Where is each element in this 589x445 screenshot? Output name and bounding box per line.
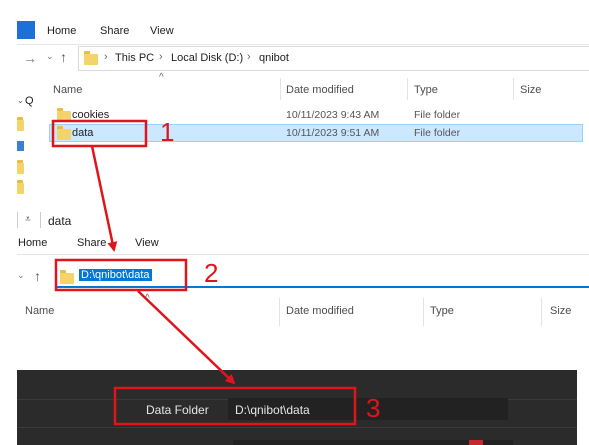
file-name: data (72, 127, 94, 139)
nav-pane-item-quick-access[interactable]: Q (25, 95, 34, 107)
file-date: 10/11/2023 9:43 AM (286, 109, 380, 121)
title-bar-divider (40, 212, 41, 228)
column-header-date-modified[interactable]: Date modified (286, 305, 354, 317)
column-header-type[interactable]: Type (430, 305, 454, 317)
nav-folder-icon (17, 180, 24, 194)
column-divider (513, 78, 514, 100)
file-name: cookies (72, 109, 110, 121)
folder-icon (84, 51, 98, 65)
panel-divider (17, 427, 577, 428)
recent-dropdown-icon[interactable]: ⌄ (46, 51, 54, 62)
ribbon-tab-view[interactable]: View (150, 25, 174, 37)
file-row-cookies[interactable]: cookies 10/11/2023 9:43 AM File folder (49, 106, 584, 124)
forward-arrow-icon[interactable]: → (23, 50, 37, 66)
up-arrow-icon[interactable]: ↑ (60, 49, 67, 65)
breadcrumb-this-pc[interactable]: This PC (115, 52, 154, 64)
quick-access-dropdown-icon[interactable]: ⩡ (25, 214, 31, 225)
data-folder-value: D:\qnibot\data (235, 403, 310, 417)
ribbon-tab-home[interactable]: Home (18, 237, 47, 249)
column-header-name[interactable]: Name (53, 84, 82, 96)
ribbon-tab-home[interactable]: Home (47, 25, 76, 37)
nav-pane-expander-icon[interactable]: ⌄ (17, 96, 24, 105)
address-input-selected-text[interactable]: D:\qnibot\data (79, 269, 152, 281)
nav-folder-icon (17, 117, 24, 131)
file-row-data-selected[interactable]: data 10/11/2023 9:51 AM File folder (49, 124, 583, 142)
file-type: File folder (414, 109, 461, 121)
column-divider (279, 298, 280, 326)
column-divider (407, 78, 408, 100)
window-title: data (48, 214, 72, 228)
file-date: 10/11/2023 9:51 AM (286, 127, 380, 139)
ribbon-tab-view[interactable]: View (135, 237, 159, 249)
chevron-right-icon: › (159, 51, 163, 63)
breadcrumb-local-disk[interactable]: Local Disk (D:) (171, 52, 243, 64)
panel-accent (469, 440, 483, 445)
column-header-size[interactable]: Size (550, 305, 571, 317)
folder-icon (60, 270, 74, 284)
nav-folder-icon (17, 160, 24, 174)
app-quick-access-tile (17, 21, 35, 39)
column-header-size[interactable]: Size (520, 84, 541, 96)
folder-icon (57, 108, 71, 122)
step-number-3: 3 (366, 393, 381, 423)
ribbon-tab-share[interactable]: Share (100, 25, 129, 37)
ribbon-divider (17, 254, 589, 255)
chevron-right-icon: › (247, 51, 251, 63)
file-type: File folder (414, 127, 461, 139)
step-number-2: 2 (204, 258, 219, 288)
column-divider (541, 298, 542, 326)
column-header-name[interactable]: Name (25, 305, 54, 317)
folder-icon (57, 126, 71, 140)
address-bar[interactable]: › This PC › Local Disk (D:) › qnibot (78, 46, 589, 71)
recent-dropdown-icon[interactable]: ⌄ (17, 270, 25, 281)
up-arrow-icon[interactable]: ↑ (34, 268, 41, 284)
ribbon-tab-share[interactable]: Share (77, 237, 106, 249)
nav-item-icon (17, 141, 24, 151)
settings-panel: Data Folder D:\qnibot\data (17, 370, 577, 445)
data-folder-label: Data Folder (146, 403, 209, 417)
title-bar-divider (17, 212, 18, 228)
sort-caret-icon: ^ (159, 72, 164, 83)
address-bar-editing[interactable]: D:\qnibot\data (55, 265, 589, 288)
sort-caret-icon: ^ (145, 293, 150, 304)
breadcrumb-qnibot[interactable]: qnibot (259, 52, 289, 64)
ribbon-divider (17, 44, 589, 45)
column-divider (280, 78, 281, 100)
column-header-date-modified[interactable]: Date modified (286, 84, 354, 96)
step-number-1: 1 (160, 117, 175, 147)
column-header-type[interactable]: Type (414, 84, 438, 96)
column-divider (423, 298, 424, 326)
chevron-right-icon: › (104, 51, 108, 63)
arrow-step-1-to-2 (90, 145, 118, 252)
